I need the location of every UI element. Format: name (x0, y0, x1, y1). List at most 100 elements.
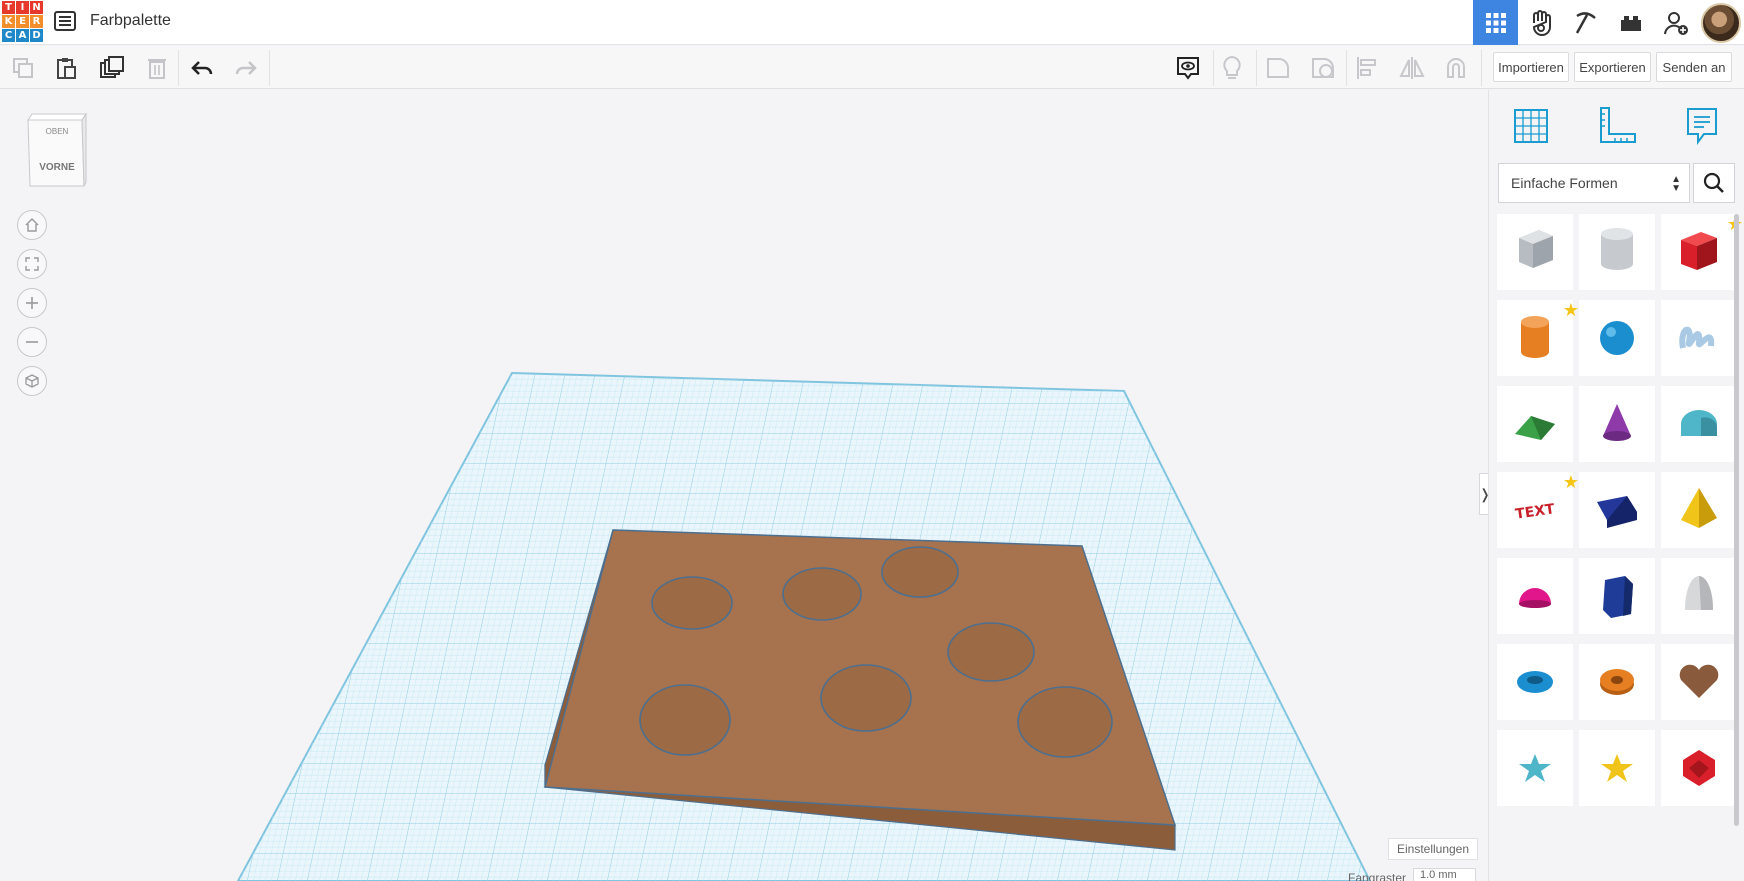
shape-cylinder-hole[interactable] (1579, 214, 1655, 290)
favorite-star-icon: ★ (1562, 472, 1579, 492)
logo-letter: A (16, 29, 29, 42)
paraboloid-icon (1685, 576, 1713, 610)
box-icon (1681, 232, 1717, 270)
shape-star[interactable] (1497, 730, 1573, 806)
edit-toolbar (0, 46, 1744, 89)
tube-icon (1600, 669, 1634, 695)
half-sphere-icon (1519, 588, 1551, 608)
search-icon[interactable] (1693, 163, 1735, 203)
logo-letter: E (16, 15, 29, 28)
shape-wedge[interactable] (1579, 472, 1655, 548)
box-hole-icon (1519, 230, 1553, 268)
paste-icon[interactable] (52, 54, 80, 82)
pyramid-icon (1681, 488, 1717, 528)
settings-button[interactable]: Einstellungen (1388, 838, 1478, 860)
shape-roof[interactable] (1497, 386, 1573, 462)
shape-cone[interactable] (1579, 386, 1655, 462)
user-avatar[interactable] (1698, 0, 1744, 45)
delete-icon[interactable] (143, 54, 171, 82)
view-cube[interactable]: OBEN VORNE (26, 112, 88, 188)
shape-box-hole[interactable] (1497, 214, 1573, 290)
perspective-icon[interactable] (17, 366, 47, 396)
paint-well (651, 576, 733, 630)
ruler-icon[interactable] (1595, 104, 1639, 148)
viewcube-front-label: VORNE (39, 162, 75, 173)
align-icon[interactable] (1353, 54, 1381, 82)
heart-icon (1679, 664, 1719, 698)
add-user-icon[interactable] (1653, 0, 1698, 45)
logo-letter: D (30, 29, 43, 42)
workplane-scene[interactable] (0, 90, 1488, 881)
lego-brick-icon[interactable] (1608, 0, 1653, 45)
hole-icon[interactable] (1309, 54, 1337, 82)
shape-icosahedron[interactable] (1661, 730, 1737, 806)
round-roof-icon (1681, 410, 1718, 436)
workplane-grid-icon[interactable] (1509, 104, 1553, 148)
logo-letter: C (2, 29, 15, 42)
logo-letter: N (30, 1, 43, 14)
lightbulb-icon[interactable] (1218, 54, 1246, 82)
shapes-panel: Einfache Formen ▲▼ ★ ★ TEXT ★ (1488, 90, 1744, 881)
grid-view-icon[interactable] (1473, 0, 1518, 45)
icosahedron-icon (1683, 750, 1715, 786)
svg-text:TEXT: TEXT (1514, 501, 1556, 522)
viewcube-top-label: OBEN (46, 127, 69, 136)
undo-icon[interactable] (188, 54, 216, 82)
shape-text[interactable]: TEXT ★ (1497, 472, 1579, 548)
shape-category-select[interactable]: Einfache Formen ▲ ▼ (1498, 163, 1690, 203)
favorite-star-icon: ★ (1562, 300, 1579, 320)
shape-scribble[interactable] (1661, 300, 1737, 376)
star-icon (1519, 754, 1551, 782)
shape-torus[interactable] (1497, 644, 1573, 720)
shape-polygon[interactable] (1579, 558, 1655, 634)
logo-letter: T (2, 1, 15, 14)
mirror-icon[interactable] (1398, 54, 1426, 82)
scribble-icon (1679, 326, 1715, 349)
shape-box[interactable]: ★ (1661, 214, 1743, 290)
gallery-hand-icon[interactable] (1518, 0, 1563, 45)
shape-category-value: Einfache Formen (1511, 175, 1618, 191)
zoom-in-icon[interactable] (17, 288, 47, 318)
logo-letter: I (16, 1, 29, 14)
design-list-icon[interactable] (53, 10, 77, 32)
home-view-icon[interactable] (17, 210, 47, 240)
panel-scrollbar[interactable] (1734, 214, 1739, 826)
sphere-icon (1600, 321, 1634, 355)
magnet-icon[interactable] (1442, 54, 1470, 82)
shape-paraboloid[interactable] (1661, 558, 1737, 634)
logo-letter: R (30, 15, 43, 28)
text-icon: TEXT (1514, 501, 1556, 522)
copy-icon[interactable] (9, 54, 37, 82)
duplicate-icon[interactable] (98, 54, 126, 82)
notes-visibility-icon[interactable] (1174, 54, 1202, 82)
fit-view-icon[interactable] (17, 249, 47, 279)
paint-well (782, 567, 862, 621)
send-to-button[interactable]: Senden an (1656, 52, 1732, 82)
pickaxe-icon[interactable] (1563, 0, 1608, 45)
cylinder-icon (1521, 316, 1549, 358)
import-button[interactable]: Importieren (1493, 52, 1569, 82)
design-title[interactable]: Farbpalette (90, 12, 171, 30)
shape-half-sphere[interactable] (1497, 558, 1573, 634)
shape-heart[interactable] (1661, 644, 1737, 720)
cylinder-hole-icon (1601, 228, 1633, 270)
paint-well (1017, 686, 1113, 758)
shape-library-grid: ★ ★ TEXT ★ (1497, 214, 1743, 816)
workplane-viewport[interactable] (0, 90, 1488, 881)
paint-well (820, 664, 912, 732)
tinkercad-logo[interactable]: TIN KER CAD (2, 1, 43, 43)
notes-icon[interactable] (1680, 104, 1724, 148)
shape-tube[interactable] (1579, 644, 1655, 720)
roof-icon (1515, 416, 1555, 440)
snap-grid-select[interactable]: 1.0 mm (1413, 868, 1476, 881)
shape-round-roof[interactable] (1661, 386, 1737, 462)
shape-icon[interactable] (1264, 54, 1292, 82)
redo-icon[interactable] (232, 54, 260, 82)
shape-star-gold[interactable] (1579, 730, 1655, 806)
shape-sphere[interactable] (1579, 300, 1655, 376)
cone-icon (1603, 404, 1631, 441)
shape-cylinder[interactable]: ★ (1497, 300, 1579, 376)
zoom-out-icon[interactable] (17, 327, 47, 357)
export-button[interactable]: Exportieren (1574, 52, 1651, 82)
shape-pyramid[interactable] (1661, 472, 1737, 548)
